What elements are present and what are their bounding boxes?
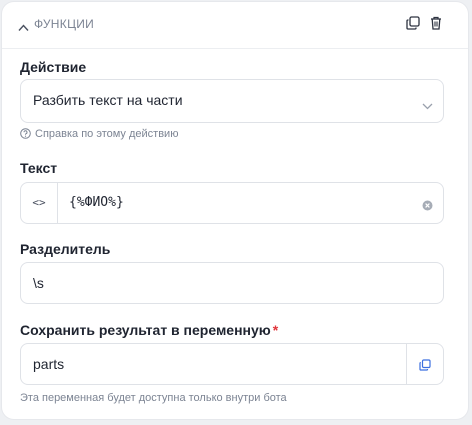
separator-label: Разделитель xyxy=(20,241,111,257)
separator-input-value: \s xyxy=(33,275,44,291)
text-label: Текст xyxy=(20,160,58,176)
chevron-up-icon[interactable] xyxy=(18,19,29,37)
action-label: Действие xyxy=(20,59,87,75)
copy-icon xyxy=(419,358,431,376)
help-circle-icon xyxy=(20,128,31,142)
copy-icon[interactable] xyxy=(406,16,420,35)
action-select[interactable]: Разбить текст на части xyxy=(20,79,444,123)
result-label-text: Сохранить результат в переменную xyxy=(20,322,271,338)
result-variable-input[interactable]: parts xyxy=(20,343,444,385)
code-toggle-button[interactable]: <> xyxy=(21,183,58,223)
action-select-value: Разбить текст на части xyxy=(33,92,183,108)
trash-icon[interactable] xyxy=(430,16,442,35)
copy-variable-button[interactable] xyxy=(406,344,443,384)
action-help-link[interactable]: Справка по этому действию xyxy=(20,128,178,142)
section-title[interactable]: ФУНКЦИИ xyxy=(34,17,94,31)
text-field-value: {%ФИО%} xyxy=(69,195,124,210)
result-variable-value: parts xyxy=(33,356,65,372)
result-variable-note: Эта переменная будет доступна только вну… xyxy=(20,392,287,404)
text-field[interactable]: <> {%ФИО%} xyxy=(20,182,444,224)
result-label: Сохранить результат в переменную * xyxy=(20,322,278,338)
chevron-down-icon xyxy=(422,97,433,115)
functions-card: ФУНКЦИИ Действие Разбить текст на части xyxy=(2,2,468,419)
separator-input[interactable]: \s xyxy=(20,262,444,304)
section-header: ФУНКЦИИ xyxy=(2,2,468,49)
clear-icon[interactable] xyxy=(422,198,433,216)
required-mark: * xyxy=(272,322,279,338)
action-help-text: Справка по этому действию xyxy=(35,128,179,140)
